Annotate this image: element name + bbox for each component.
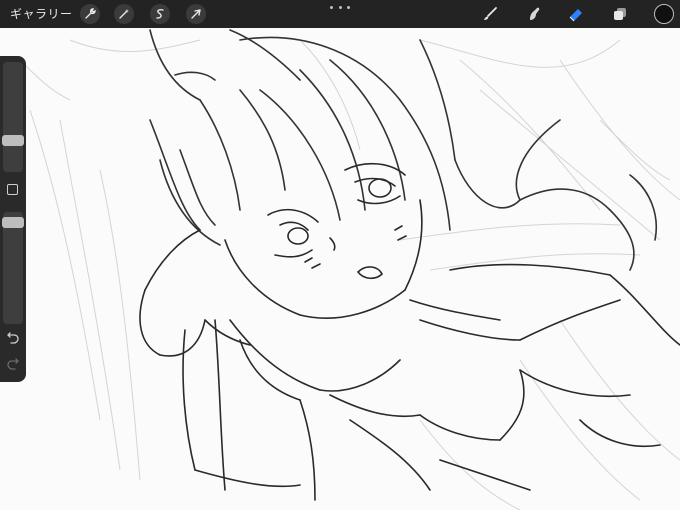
more-dots-icon[interactable] xyxy=(330,2,350,12)
redo-icon[interactable] xyxy=(5,358,21,372)
color-picker-button[interactable] xyxy=(654,4,674,24)
smudge-icon[interactable] xyxy=(524,4,544,24)
left-sidebar xyxy=(0,56,26,382)
drawing-canvas[interactable] xyxy=(0,28,680,511)
opacity-slider[interactable] xyxy=(2,212,24,324)
gallery-button[interactable]: ギャラリー xyxy=(10,0,73,28)
square-modifier-icon[interactable] xyxy=(7,184,18,195)
sketch-artwork xyxy=(19,29,680,511)
brush-size-thumb[interactable] xyxy=(2,135,24,146)
selection-s-icon[interactable] xyxy=(150,4,170,24)
wrench-icon[interactable] xyxy=(80,4,100,24)
brush-size-slider[interactable] xyxy=(2,62,24,172)
undo-icon[interactable] xyxy=(5,332,21,346)
magic-wand-icon[interactable] xyxy=(114,4,134,24)
layers-icon[interactable] xyxy=(610,4,630,24)
opacity-thumb[interactable] xyxy=(2,217,24,228)
cursor-arrow-icon[interactable] xyxy=(186,4,206,24)
top-toolbar: ギャラリー xyxy=(0,0,680,28)
brush-icon[interactable] xyxy=(480,4,500,24)
eraser-icon[interactable] xyxy=(566,4,586,24)
